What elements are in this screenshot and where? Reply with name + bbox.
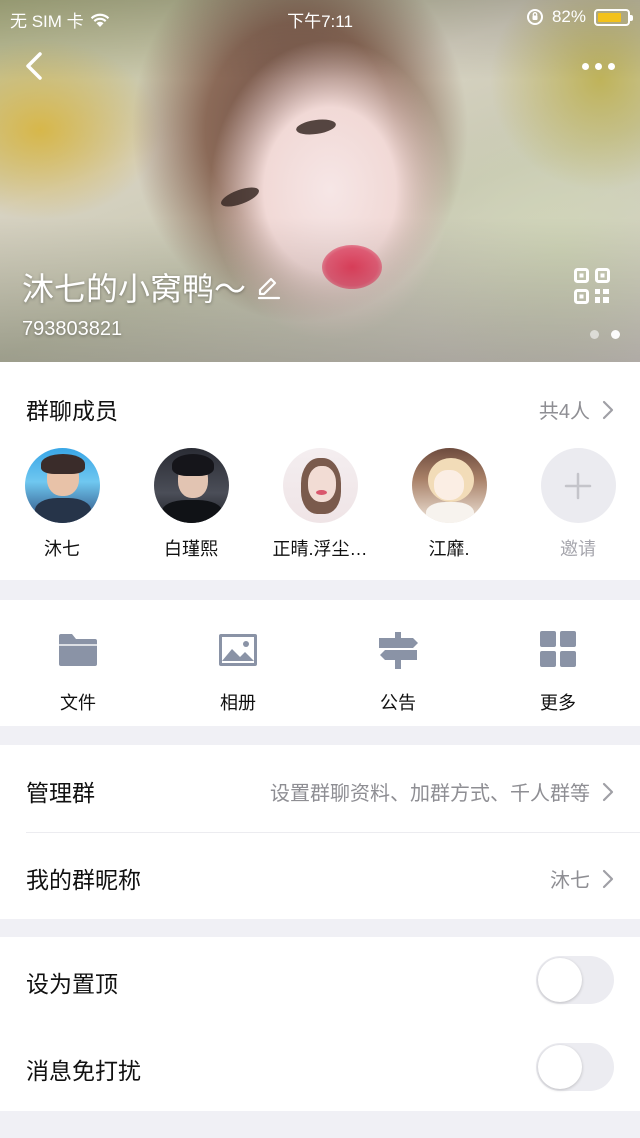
group-nickname-value-wrap: 沐七 bbox=[550, 864, 614, 893]
avatar bbox=[153, 448, 229, 523]
avatar-face bbox=[433, 470, 464, 500]
mute-toggle[interactable] bbox=[536, 1043, 614, 1091]
dot bbox=[607, 62, 615, 70]
avatar-body bbox=[425, 502, 474, 523]
toggle-knob bbox=[538, 1045, 582, 1089]
tool-album[interactable]: 相册 bbox=[178, 630, 298, 715]
avatar bbox=[24, 448, 100, 523]
invite-button[interactable]: 邀请 bbox=[518, 448, 638, 561]
member-item[interactable]: 正晴.浮尘… bbox=[260, 448, 380, 561]
member-item[interactable]: 白瑾熙 bbox=[131, 448, 251, 561]
pin-row: 设为置顶 bbox=[0, 937, 640, 1024]
back-icon[interactable] bbox=[20, 48, 50, 84]
avatar-body bbox=[34, 498, 91, 523]
member-item[interactable]: 江靡. bbox=[389, 448, 509, 561]
orientation-lock-icon bbox=[526, 9, 543, 25]
members-section: 群聊成员 共4人 沐七 白瑾熙 正晴.浮尘… 江靡. 邀请 bbox=[0, 362, 640, 580]
group-name-row[interactable]: 沐七的小窝鸭～ bbox=[22, 264, 282, 310]
tool-label: 相册 bbox=[220, 693, 256, 713]
carousel-indicator bbox=[590, 330, 620, 339]
avatar bbox=[411, 448, 487, 523]
carousel-dot-active bbox=[611, 330, 620, 339]
tool-label: 更多 bbox=[540, 693, 576, 713]
manage-group-row[interactable]: 管理群 设置群聊资料、加群方式、千人群等 bbox=[0, 745, 640, 832]
manage-group-hint-wrap: 设置群聊资料、加群方式、千人群等 bbox=[270, 777, 614, 806]
member-name: 沐七 bbox=[44, 539, 80, 559]
battery-fill bbox=[598, 12, 621, 22]
image-icon bbox=[219, 634, 257, 666]
mute-row: 消息免打扰 bbox=[0, 1024, 640, 1111]
status-bar: 无 SIM 卡 下午7:11 82% bbox=[0, 0, 640, 34]
status-right: 82% bbox=[526, 7, 633, 27]
mute-label: 消息免打扰 bbox=[26, 1058, 141, 1084]
members-count: 共4人 bbox=[538, 401, 590, 423]
member-name: 江靡. bbox=[428, 539, 470, 559]
tool-more[interactable]: 更多 bbox=[498, 630, 618, 715]
tool-label: 文件 bbox=[60, 693, 96, 713]
pin-toggle[interactable] bbox=[536, 956, 614, 1004]
edit-pencil-icon[interactable] bbox=[256, 274, 282, 300]
avatar bbox=[282, 448, 358, 523]
folder-icon bbox=[59, 634, 97, 666]
chevron-right-icon bbox=[602, 782, 614, 801]
avatar-lips bbox=[315, 490, 327, 495]
page-bottom bbox=[0, 1111, 640, 1138]
qr-code-icon[interactable] bbox=[574, 268, 610, 304]
members-count-link[interactable]: 共4人 bbox=[539, 395, 614, 424]
member-avatars: 沐七 白瑾熙 正晴.浮尘… 江靡. 邀请 bbox=[0, 448, 640, 568]
member-item[interactable]: 沐七 bbox=[2, 448, 122, 561]
dot bbox=[581, 62, 589, 70]
plus-icon bbox=[564, 472, 592, 499]
more-options-icon[interactable] bbox=[578, 54, 618, 78]
group-settings: 管理群 设置群聊资料、加群方式、千人群等 我的群昵称 沐七 bbox=[0, 745, 640, 919]
group-nickname-label: 我的群昵称 bbox=[26, 867, 141, 893]
avatar-hair bbox=[171, 454, 214, 476]
manage-group-label: 管理群 bbox=[26, 780, 95, 806]
group-toggles: 设为置顶 消息免打扰 bbox=[0, 937, 640, 1111]
chevron-right-icon bbox=[602, 400, 614, 419]
grid-icon bbox=[540, 631, 576, 667]
avatar-hair bbox=[40, 454, 85, 474]
battery-icon bbox=[594, 8, 633, 26]
tool-file[interactable]: 文件 bbox=[18, 630, 138, 715]
member-name: 白瑾熙 bbox=[164, 539, 218, 559]
dot bbox=[594, 62, 602, 70]
tool-announcement[interactable]: 公告 bbox=[338, 630, 458, 715]
group-name: 沐七的小窝鸭～ bbox=[22, 271, 247, 307]
carousel-dot bbox=[590, 330, 599, 339]
group-tools: 文件 相册 公告 更多 bbox=[0, 600, 640, 726]
toggle-knob bbox=[538, 958, 582, 1002]
battery-percent: 82% bbox=[551, 7, 586, 26]
invite-label: 邀请 bbox=[560, 539, 596, 559]
member-name: 正晴.浮尘… bbox=[272, 539, 368, 559]
manage-group-hint: 设置群聊资料、加群方式、千人群等 bbox=[270, 783, 590, 805]
group-nickname-value: 沐七 bbox=[550, 870, 590, 892]
group-id: 793803821 bbox=[22, 318, 123, 340]
signpost-icon bbox=[379, 632, 418, 669]
pin-label: 设为置顶 bbox=[26, 971, 118, 997]
tool-label: 公告 bbox=[380, 693, 416, 713]
chevron-right-icon bbox=[602, 869, 614, 888]
members-title: 群聊成员 bbox=[26, 398, 118, 424]
group-nickname-row[interactable]: 我的群昵称 沐七 bbox=[0, 833, 640, 919]
avatar-body bbox=[161, 500, 222, 523]
invite-circle bbox=[540, 448, 616, 523]
avatar-face bbox=[307, 466, 336, 502]
